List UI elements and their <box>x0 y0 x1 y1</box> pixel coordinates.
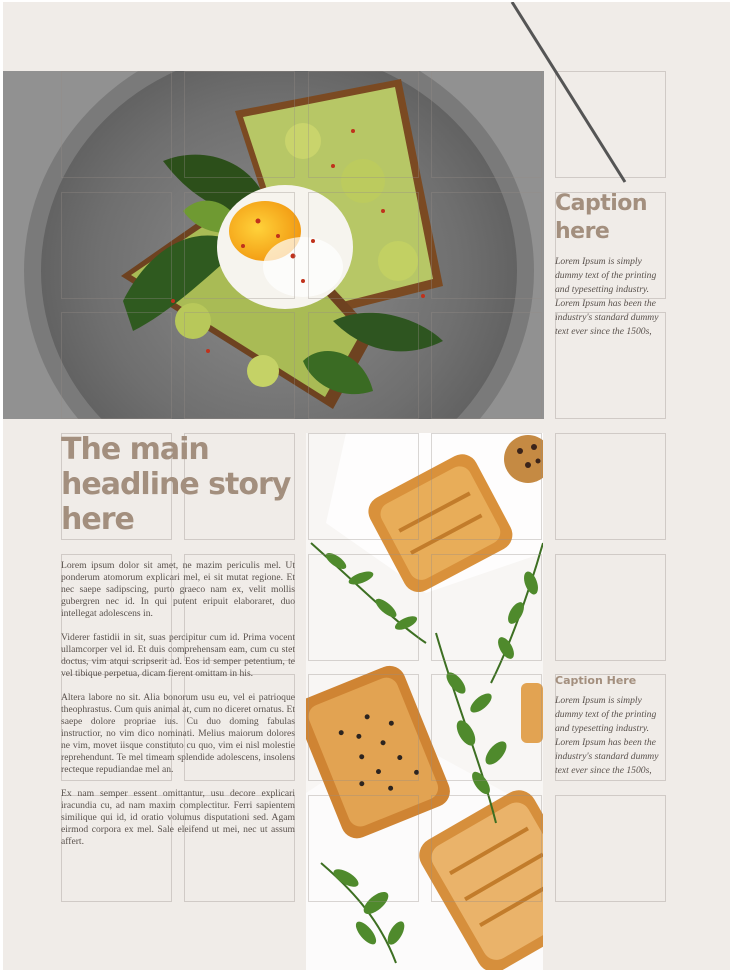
caption-body-secondary: Lorem Ipsum is simply dummy text of the … <box>555 695 659 776</box>
article-body: Lorem ipsum dolor sit amet, ne mazim per… <box>61 560 295 860</box>
article-paragraph: Viderer fastidii in sit, suas percipitur… <box>61 632 295 679</box>
grid-guide <box>555 554 666 661</box>
caption-title-secondary: Caption Here <box>555 674 637 687</box>
caption-title: Caption here <box>555 191 648 244</box>
caption-body: Lorem Ipsum is simply dummy text of the … <box>555 256 659 337</box>
article-paragraph: Lorem ipsum dolor sit amet, ne mazim per… <box>61 560 295 619</box>
grid-guide <box>555 795 666 902</box>
avocado-toast-photo <box>3 71 544 419</box>
grid-guide <box>555 71 666 178</box>
pastries-photo <box>306 433 543 970</box>
main-headline: The main headline story here <box>61 432 291 537</box>
article-paragraph: Altera labore no sit. Alia bonorum usu e… <box>61 692 295 775</box>
article-paragraph: Ex nam semper essent omittantur, usu dec… <box>61 788 295 847</box>
magazine-page: Caption here Lorem Ipsum is simply dummy… <box>3 2 730 970</box>
grid-guide <box>555 433 666 540</box>
